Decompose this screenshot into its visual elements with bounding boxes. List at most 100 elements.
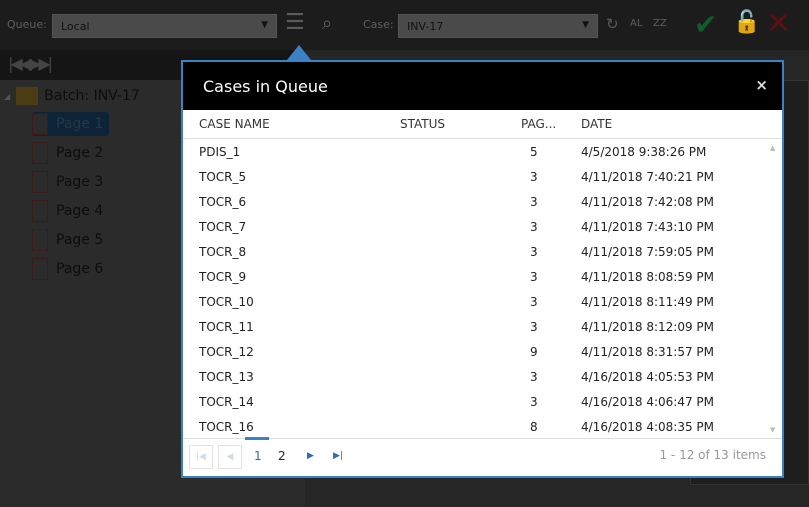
page-label: Page 1 [56, 116, 104, 132]
current-page-indicator [245, 437, 269, 440]
document-icon [32, 113, 48, 135]
cell-date: 4/11/2018 8:31:57 PM [581, 345, 715, 359]
cell-pages: 3 [530, 395, 538, 409]
tree-page-item[interactable]: Page 4 [32, 199, 103, 223]
cell-name: TOCR_5 [199, 170, 247, 184]
page-label: Page 6 [56, 261, 104, 277]
cell-name: TOCR_11 [199, 320, 254, 334]
col-case-name[interactable]: CASE NAME [199, 117, 270, 131]
cell-pages: 5 [530, 145, 538, 159]
cases-in-queue-dialog: Cases in Queue × CASE NAME STATUS PAG... … [181, 60, 784, 478]
tree-page-item[interactable]: Page 1 [32, 112, 110, 136]
table-row[interactable]: TOCR_16 8 4/16/2018 4:08:35 PM [183, 414, 782, 439]
pager: |◀ ◀ 1 2 ▶ ▶| 1 - 12 of 13 items [183, 437, 782, 476]
table-row[interactable]: PDIS_1 5 4/5/2018 9:38:26 PM [183, 139, 782, 164]
chevron-down-icon: ▼ [261, 20, 268, 30]
cell-name: TOCR_7 [199, 220, 247, 234]
table-row[interactable]: TOCR_11 3 4/11/2018 8:12:09 PM [183, 314, 782, 339]
al-button[interactable]: AL [630, 18, 642, 29]
prev-page-button[interactable]: ◀ [218, 445, 242, 469]
check-icon[interactable]: ✔ [694, 8, 717, 41]
table-body: PDIS_1 5 4/5/2018 9:38:26 PM TOCR_5 3 4/11/20… [183, 139, 782, 439]
cell-name: TOCR_9 [199, 270, 247, 284]
cell-name: TOCR_13 [199, 370, 254, 384]
list-icon[interactable]: ☰ [285, 12, 305, 34]
table-row[interactable]: TOCR_5 3 4/11/2018 7:40:21 PM [183, 164, 782, 189]
dialog-title: Cases in Queue [203, 77, 328, 96]
queue-select[interactable]: Local ▼ [52, 14, 277, 38]
cell-name: TOCR_10 [199, 295, 254, 309]
cell-pages: 3 [530, 320, 538, 334]
col-date[interactable]: DATE [581, 117, 612, 131]
table-row[interactable]: TOCR_12 9 4/11/2018 8:31:57 PM [183, 339, 782, 364]
toolbar: Queue: Local ▼ ☰ ⌕ Case: INV-17 ▼ ↻ AL ZZ … [0, 0, 809, 50]
unlock-icon[interactable]: 🔓 [733, 10, 760, 35]
pager-info: 1 - 12 of 13 items [659, 448, 766, 462]
expand-icon[interactable]: ◢ [4, 92, 10, 101]
cell-date: 4/11/2018 7:40:21 PM [581, 170, 715, 184]
cell-pages: 9 [530, 345, 538, 359]
tree-batch[interactable]: ◢ Batch: INV-17 [4, 84, 140, 108]
close-case-icon[interactable]: ✕ [766, 6, 791, 41]
scroll-up-icon[interactable]: ▲ [770, 144, 775, 152]
queue-value: Local [61, 20, 90, 33]
col-pages[interactable]: PAG... [521, 117, 556, 131]
first-prev-next-last-icons[interactable]: |◀◀▶▶| [8, 54, 53, 73]
table-row[interactable]: TOCR_14 3 4/16/2018 4:06:47 PM [183, 389, 782, 414]
tree-page-item[interactable]: Page 6 [32, 257, 103, 281]
queue-label: Queue: [7, 18, 47, 31]
cell-pages: 3 [530, 170, 538, 184]
page-label: Page 5 [56, 232, 104, 248]
scrollbar[interactable]: ▲ ▼ [766, 139, 782, 439]
table-row[interactable]: TOCR_13 3 4/16/2018 4:05:53 PM [183, 364, 782, 389]
table-row[interactable]: TOCR_7 3 4/11/2018 7:43:10 PM [183, 214, 782, 239]
cell-pages: 3 [530, 245, 538, 259]
close-icon[interactable]: × [755, 76, 768, 94]
case-label: Case: [363, 18, 394, 31]
cell-date: 4/16/2018 4:08:35 PM [581, 420, 715, 434]
search-icon[interactable]: ⌕ [322, 13, 332, 34]
cell-pages: 8 [530, 420, 538, 434]
cell-name: TOCR_14 [199, 395, 254, 409]
document-icon [32, 142, 48, 164]
folder-icon [16, 87, 39, 105]
cell-name: TOCR_8 [199, 245, 247, 259]
table-row[interactable]: TOCR_10 3 4/11/2018 8:11:49 PM [183, 289, 782, 314]
cell-name: TOCR_6 [199, 195, 247, 209]
cell-pages: 3 [530, 220, 538, 234]
page-label: Page 3 [56, 174, 104, 190]
cell-pages: 3 [530, 270, 538, 284]
cell-pages: 3 [530, 295, 538, 309]
page-1-button[interactable]: 1 [254, 449, 262, 463]
table-row[interactable]: TOCR_8 3 4/11/2018 7:59:05 PM [183, 239, 782, 264]
last-page-icon[interactable]: ▶| [333, 451, 343, 461]
cell-date: 4/5/2018 9:38:26 PM [581, 145, 707, 159]
tree-page-item[interactable]: Page 3 [32, 170, 103, 194]
cell-pages: 3 [530, 195, 538, 209]
cell-date: 4/16/2018 4:06:47 PM [581, 395, 715, 409]
zz-button[interactable]: ZZ [653, 18, 667, 29]
first-page-button[interactable]: |◀ [189, 445, 213, 469]
cell-name: TOCR_16 [199, 420, 254, 434]
cell-date: 4/11/2018 7:43:10 PM [581, 220, 715, 234]
document-icon [32, 258, 48, 280]
col-status[interactable]: STATUS [400, 117, 445, 131]
tree-page-item[interactable]: Page 2 [32, 141, 103, 165]
case-value: INV-17 [407, 20, 444, 33]
next-page-icon[interactable]: ▶ [307, 451, 314, 461]
batch-label: Batch: INV-17 [44, 88, 140, 104]
page-2-button[interactable]: 2 [278, 449, 286, 463]
table-row[interactable]: TOCR_6 3 4/11/2018 7:42:08 PM [183, 189, 782, 214]
cell-date: 4/11/2018 8:11:49 PM [581, 295, 715, 309]
refresh-icon[interactable]: ↻ [606, 15, 619, 33]
document-icon [32, 229, 48, 251]
popover-pointer [287, 45, 311, 60]
table-header: CASE NAME STATUS PAG... DATE [183, 110, 782, 139]
cell-name: TOCR_12 [199, 345, 254, 359]
tree-page-item[interactable]: Page 5 [32, 228, 103, 252]
page-label: Page 4 [56, 203, 104, 219]
document-icon [32, 200, 48, 222]
table-row[interactable]: TOCR_9 3 4/11/2018 8:08:59 PM [183, 264, 782, 289]
scroll-down-icon[interactable]: ▼ [770, 426, 775, 434]
case-select[interactable]: INV-17 ▼ [398, 14, 598, 38]
